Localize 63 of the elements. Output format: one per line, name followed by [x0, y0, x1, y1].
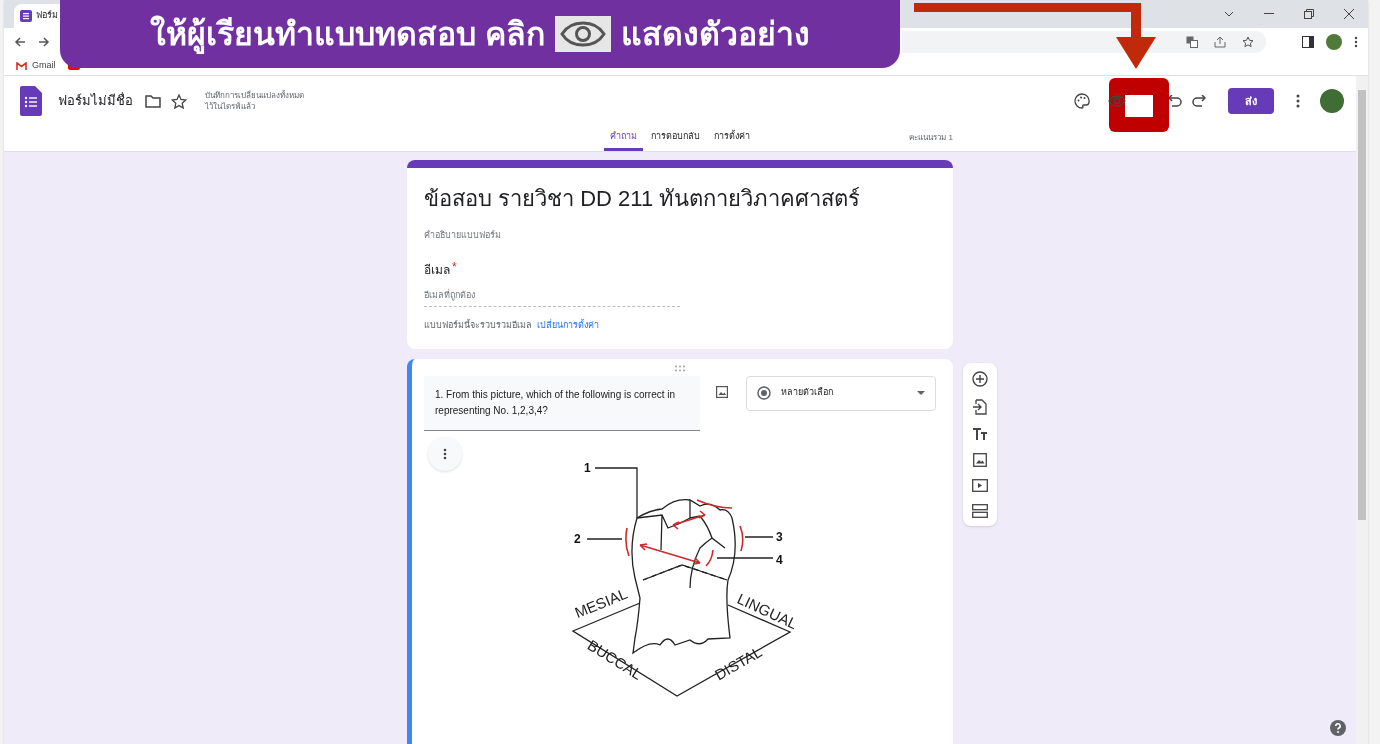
number-label: 2: [574, 531, 581, 546]
number-label: 1: [584, 460, 591, 475]
account-avatar[interactable]: [1320, 89, 1344, 113]
caret-icon: [917, 391, 925, 395]
video-icon[interactable]: [972, 478, 988, 492]
drag-handle-icon[interactable]: [674, 364, 686, 372]
bookmark-link[interactable]: Gmail: [32, 58, 56, 73]
collect-note: แบบฟอร์มนี้จะรวบรวมอีเมล: [424, 319, 532, 332]
folder-icon[interactable]: [145, 94, 161, 108]
instruction-text: แสดงตัวอย่าง: [620, 15, 810, 54]
instruction-text: ให้ผู้เรียนทำแบบทดสอบ คลิก: [150, 14, 545, 56]
more-icon[interactable]: [1296, 94, 1300, 108]
description-field[interactable]: คำอธิบายแบบฟอร์ม: [424, 229, 936, 243]
share-icon[interactable]: [1214, 36, 1226, 48]
change-settings-link[interactable]: เปลี่ยนการตั้งค่า: [537, 319, 599, 333]
forward-icon[interactable]: [38, 36, 50, 48]
question-type-dropdown[interactable]: หลายตัวเลือก: [746, 375, 936, 411]
star-icon[interactable]: [1242, 36, 1254, 48]
title-text-icon[interactable]: [972, 426, 988, 441]
address-bar[interactable]: [902, 31, 1266, 53]
redo-icon[interactable]: [1192, 95, 1206, 107]
total-points: คะแนนรวม 1: [909, 132, 953, 144]
star-icon[interactable]: [171, 93, 187, 109]
email-label: อีเมล: [424, 261, 450, 279]
help-icon[interactable]: [1330, 720, 1346, 736]
mail-icon: [16, 61, 27, 70]
add-question-icon[interactable]: [972, 370, 988, 387]
back-icon[interactable]: [14, 36, 26, 48]
form-tab[interactable]: การตั้งค่า: [708, 126, 756, 151]
number-label: 4: [776, 552, 783, 567]
form-title[interactable]: ข้อสอบ รายวิชา DD 211 ทันตกายวิภาคศาสตร์: [424, 182, 936, 215]
forms-logo-icon[interactable]: [20, 86, 42, 116]
radio-icon: [757, 386, 771, 400]
side-panel-icon[interactable]: [1302, 36, 1314, 48]
form-name[interactable]: ฟอร์มไม่มีชื่อ: [58, 91, 133, 111]
tab-title: ฟอร์ม: [36, 9, 58, 23]
undo-icon[interactable]: [1168, 95, 1182, 107]
translate-icon[interactable]: [1186, 36, 1198, 48]
chevron-down-icon[interactable]: [1224, 11, 1234, 17]
palette-icon[interactable]: [1074, 93, 1090, 109]
forms-icon: [20, 10, 32, 22]
preview-eye-icon[interactable]: [1108, 95, 1126, 107]
browser-tab[interactable]: ฟอร์ม: [14, 4, 62, 28]
send-button[interactable]: ส่ง: [1228, 88, 1274, 114]
required-mark: *: [452, 260, 457, 273]
close-icon[interactable]: [1344, 9, 1354, 19]
form-tab[interactable]: การตอบกลับ: [645, 126, 706, 151]
image-icon[interactable]: [973, 452, 987, 467]
profile-avatar[interactable]: [1326, 34, 1342, 50]
question-field[interactable]: 1. From this picture, which of the following is correct in representing No. 1,2,3,4?: [424, 375, 700, 431]
email-input[interactable]: อีเมลที่ถูกต้อง: [424, 288, 680, 307]
more-icon: [443, 447, 447, 460]
restore-icon[interactable]: [1304, 9, 1314, 19]
highlight-box: [1109, 78, 1169, 132]
scrollbar[interactable]: [1356, 76, 1368, 744]
minimize-icon[interactable]: [1264, 13, 1274, 15]
section-icon[interactable]: [972, 503, 988, 518]
number-label: 3: [776, 529, 783, 544]
import-icon[interactable]: [973, 398, 987, 415]
question-type-label: หลายตัวเลือก: [781, 386, 834, 400]
image-icon[interactable]: [716, 385, 728, 398]
save-status: บันทึกการเปลี่ยนแปลงทั้งหมด ไว้ในไดรฟ์แล้ว: [205, 90, 304, 112]
more-icon[interactable]: [1354, 36, 1358, 48]
